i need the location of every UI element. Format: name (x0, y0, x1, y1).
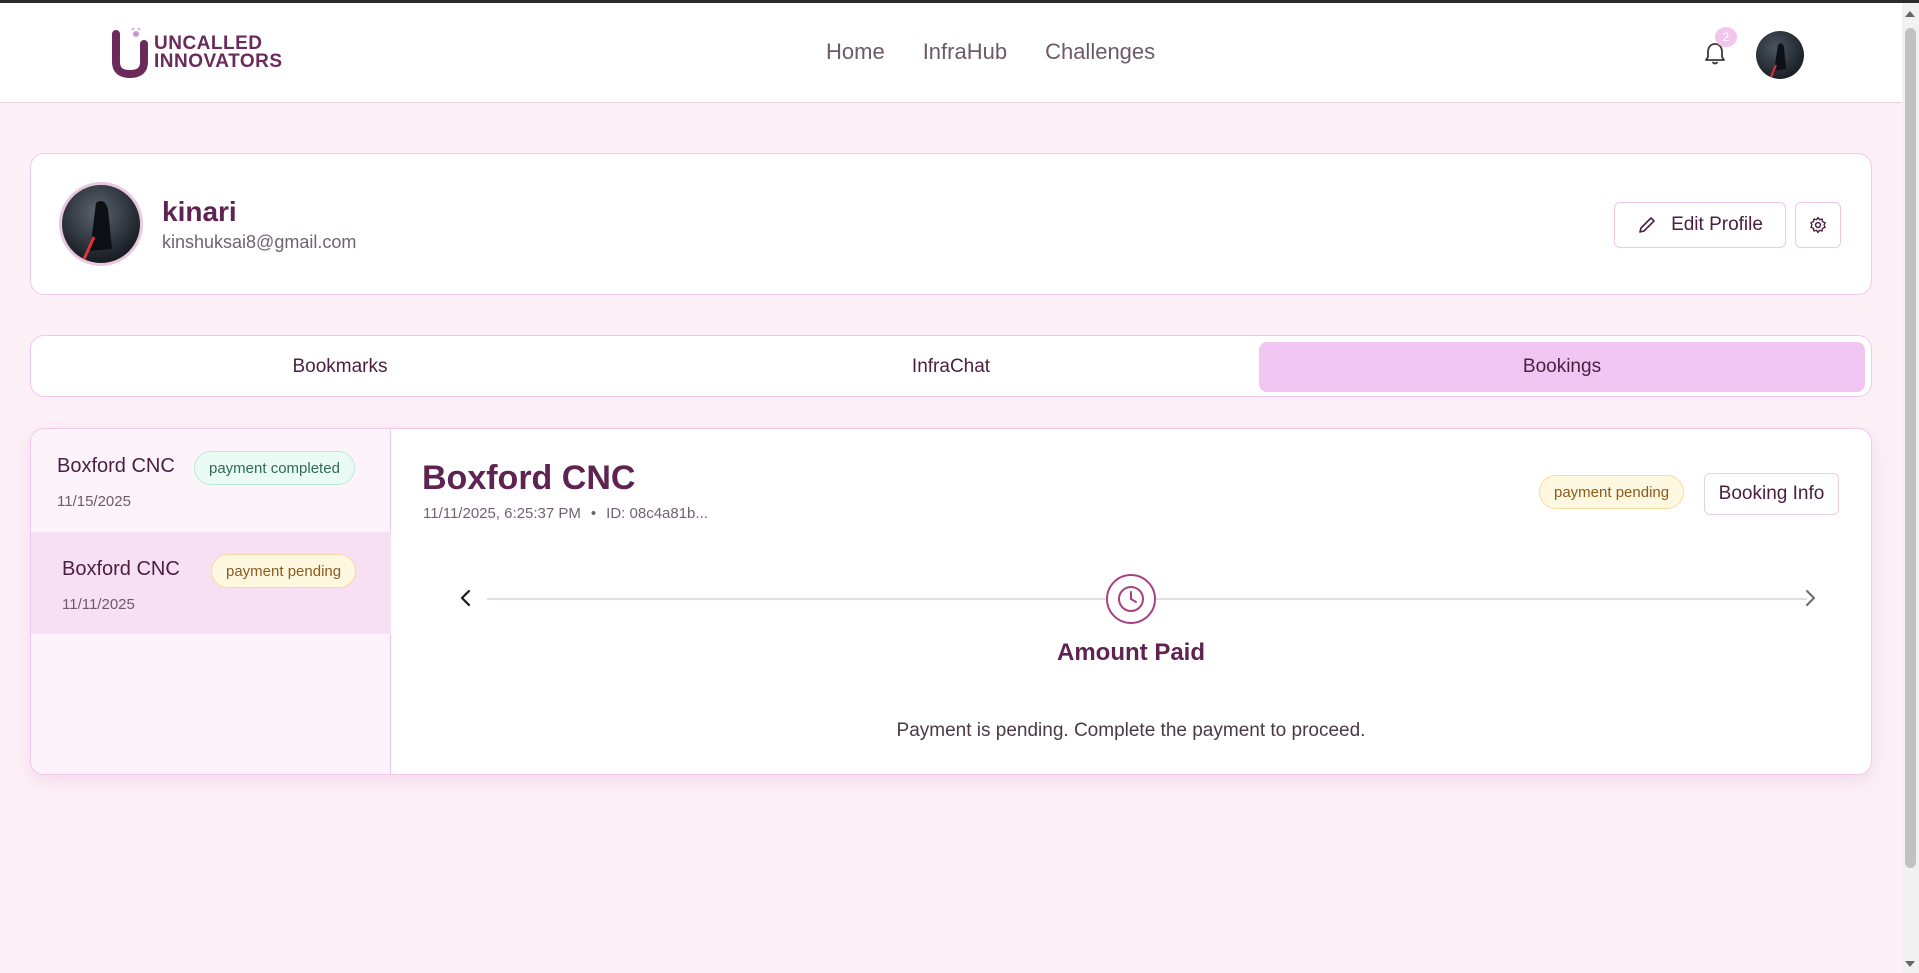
booking-list-item[interactable]: Boxford CNC payment completed 11/15/2025 (31, 429, 391, 531)
booking-list: Boxford CNC payment completed 11/15/2025… (31, 429, 391, 774)
gear-icon (1810, 216, 1826, 234)
pencil-icon (1639, 217, 1655, 233)
carousel-prev-button[interactable] (453, 585, 479, 611)
brand-logo[interactable]: UNCALLED INNOVATORS (110, 28, 283, 78)
bookings-panel: Boxford CNC payment completed 11/15/2025… (30, 428, 1872, 775)
booking-list-item-selected[interactable]: Boxford CNC payment pending 11/11/2025 (31, 532, 391, 634)
profile-avatar (59, 182, 143, 266)
user-avatar-menu[interactable] (1756, 31, 1804, 79)
booking-detail-title: Boxford CNC (422, 459, 636, 497)
clock-icon (1118, 586, 1144, 612)
booking-detail-meta: 11/11/2025, 6:25:37 PM • ID: 08c4a81b... (423, 505, 708, 522)
notification-badge: 2 (1715, 27, 1737, 47)
brand-wordmark: UNCALLED INNOVATORS (154, 34, 283, 72)
status-badge: payment pending (211, 554, 357, 588)
logo-mark-icon (112, 28, 148, 78)
settings-button[interactable] (1795, 202, 1841, 248)
step-indicator (1106, 574, 1156, 624)
booking-id: ID: 08c4a81b... (606, 505, 708, 522)
profile-name: kinari (162, 196, 237, 227)
detail-status-badge: payment pending (1539, 475, 1685, 509)
scrollbar-thumb[interactable] (1905, 28, 1916, 868)
meta-separator: • (590, 505, 597, 522)
brand-line-2: INNOVATORS (154, 51, 283, 72)
edit-profile-button[interactable]: Edit Profile (1614, 202, 1786, 248)
chevron-right-icon (1806, 590, 1815, 606)
booking-item-date: 11/11/2025 (62, 596, 135, 613)
page-scrollbar[interactable] (1902, 3, 1919, 973)
edit-profile-label: Edit Profile (1671, 214, 1763, 235)
profile-email: kinshuksai8@gmail.com (162, 232, 357, 252)
scroll-down-arrow[interactable] (1905, 961, 1915, 967)
step-label: Amount Paid (1057, 639, 1205, 666)
carousel-next-button[interactable] (1797, 585, 1823, 611)
scroll-up-arrow[interactable] (1905, 11, 1915, 17)
booking-info-button[interactable]: Booking Info (1704, 473, 1839, 515)
nav-challenges-link[interactable]: Challenges (1045, 39, 1155, 65)
top-navbar: UNCALLED INNOVATORS Home InfraHub Challe… (0, 3, 1902, 103)
booking-item-date: 11/15/2025 (57, 493, 131, 510)
profile-card: kinari kinshuksai8@gmail.com Edit Profil… (30, 153, 1872, 295)
tab-bookmarks[interactable]: Bookmarks (37, 342, 643, 392)
booking-datetime: 11/11/2025, 6:25:37 PM (423, 505, 581, 522)
step-message: Payment is pending. Complete the payment… (896, 720, 1366, 741)
main-nav: Home InfraHub Challenges (826, 39, 1155, 65)
chevron-left-icon (460, 589, 471, 607)
nav-infrahub-link[interactable]: InfraHub (923, 39, 1007, 65)
tab-infrachat[interactable]: InfraChat (648, 342, 1254, 392)
booking-item-title: Boxford CNC (57, 455, 175, 477)
profile-avatar-image (82, 201, 112, 260)
avatar-image (1770, 43, 1786, 78)
tab-bookings[interactable]: Bookings (1259, 342, 1865, 392)
profile-tabs: Bookmarks InfraChat Bookings (30, 335, 1872, 397)
booking-item-title: Boxford CNC (62, 558, 180, 580)
status-badge: payment completed (194, 451, 355, 485)
nav-home-link[interactable]: Home (826, 39, 885, 65)
